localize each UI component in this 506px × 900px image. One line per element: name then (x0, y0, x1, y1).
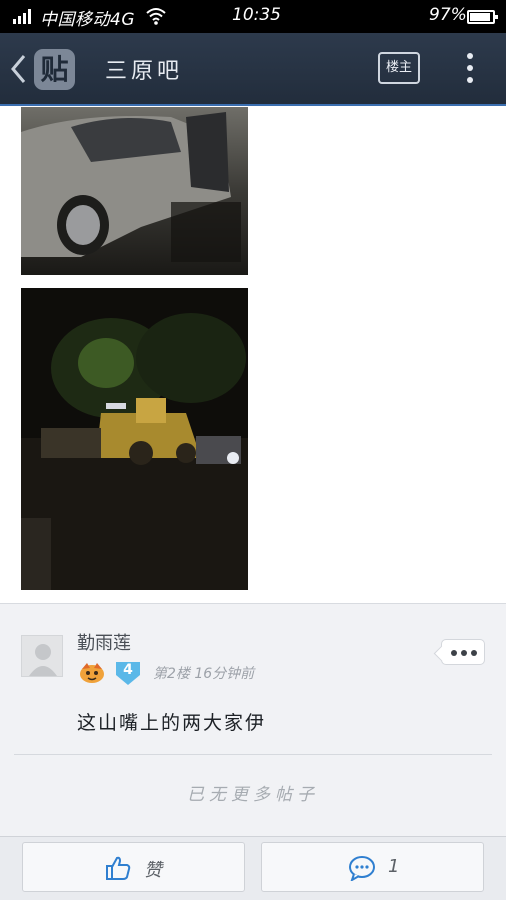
page-title: 三原吧 (105, 59, 184, 84)
status-bar: 中国移动4G 10:35 97% (0, 0, 506, 33)
bottom-bar: 赞 1 (0, 836, 506, 900)
post-image-car[interactable] (21, 107, 248, 275)
thumbs-up-icon (106, 856, 131, 880)
reply-content: 这山嘴上的两大家伊 (77, 712, 267, 734)
floor-info: 第2楼 16分钟前 (153, 666, 255, 682)
car-photo (21, 107, 248, 275)
avatar[interactable] (21, 635, 63, 677)
reply-more-button[interactable] (441, 639, 485, 665)
nav-bar: 贴 三原吧 楼主 (0, 33, 506, 106)
carrier-name: 中国移动4G (40, 10, 135, 30)
louzhu-button[interactable]: 楼主 (378, 52, 420, 84)
night-photo (21, 288, 248, 590)
level-badge: 4 (114, 659, 142, 687)
clock: 10:35 (232, 5, 281, 25)
tieba-logo[interactable]: 贴 (34, 49, 75, 90)
battery-icon (467, 10, 498, 24)
more-menu-icon[interactable] (463, 53, 477, 87)
divider (14, 754, 492, 755)
level-emoji-icon (80, 663, 104, 683)
like-label: 赞 (144, 860, 162, 881)
level-number: 4 (123, 662, 133, 678)
signal-icon (13, 8, 35, 24)
like-button[interactable]: 赞 (22, 842, 245, 892)
reply-section: 勤雨莲 4 第2楼 16分钟前 这山嘴上的两大家伊 已无更多帖子 (0, 603, 506, 836)
wifi-icon (146, 8, 166, 25)
default-avatar-icon (29, 644, 57, 676)
back-chevron-icon[interactable] (9, 53, 29, 85)
no-more-posts: 已无更多帖子 (187, 785, 319, 805)
comment-button[interactable]: 1 (261, 842, 484, 892)
battery-percent: 97% (429, 5, 467, 25)
username[interactable]: 勤雨莲 (77, 629, 131, 655)
post-image-night[interactable] (21, 288, 248, 590)
comment-bubble-icon (349, 856, 375, 881)
comment-count: 1 (388, 856, 400, 877)
